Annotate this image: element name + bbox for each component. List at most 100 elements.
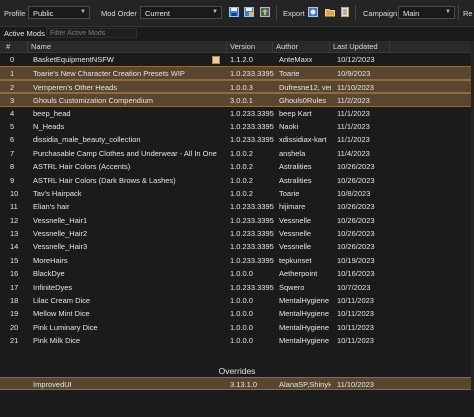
chevron-down-icon: ▼ [445,9,451,15]
row-name: Lilac Cream Dice [33,296,91,306]
row-last-updated: 10/8/2023 [337,188,371,198]
row-index: 18 [10,296,19,306]
row-version: 1.0.233.3395 [230,282,274,292]
row-last-updated: 10/7/2023 [337,282,371,292]
table-row[interactable]: 21 Pink Milk Dice 1.0.0.0 MentalHygiene 10/1… [0,334,474,348]
campaign-select-value: Main [403,9,420,18]
row-last-updated: 11/1/2023 [337,121,370,131]
row-version: 1.0.233.3395 [230,108,274,118]
table-row[interactable]: 4 beep_head 1.0.233.3395 beep Kart 11/1/2023 [0,106,474,120]
row-name: Purchasable Camp Clothes and Underwear -… [33,148,217,158]
table-row[interactable]: 0 BasketEquipmentNSFW 1.1.2.0 AnteMaxx 10/12… [0,53,474,67]
filter-active-mods-input[interactable] [46,28,137,38]
row-author: Toarie [279,188,300,198]
row-last-updated: 10/12/2023 [337,55,375,64]
table-row[interactable]: 12 Vessnelle_Hair1 1.0.233.3395 Vessnelle 10… [0,213,474,228]
table-row[interactable]: 10 Tav's Hairpack 1.0.0.2 Toarie 10/8/2023 [0,186,474,201]
table-row[interactable]: 1 Toarie's New Character Creation Presets… [0,66,474,80]
row-last-updated: 10/19/2023 [337,255,375,265]
campaign-label: Campaign [363,9,398,18]
row-version: 1.0.233.3395 [230,69,274,79]
row-last-updated: 10/16/2023 [337,269,375,279]
row-name: Tav's Hairpack [33,188,82,198]
row-last-updated: 10/11/2023 [337,309,374,319]
active-mods-list: 0 BasketEquipmentNSFW 1.1.2.0 AnteMaxx 10/12… [0,53,474,348]
row-name: MoreHairs [33,255,68,265]
row-name: beep_head [33,108,71,118]
row-version: 1.0.0.0 [230,336,253,346]
row-index: 10 [10,188,19,198]
save-as-icon[interactable] [243,6,254,18]
save-icon[interactable] [228,6,239,18]
row-author: MentalHygiene [279,336,330,346]
row-name: BlackDye [33,269,65,279]
export-file-icon[interactable] [339,6,350,18]
column-header-last-updated[interactable]: Last Updated [329,41,389,52]
row-version: 1.0.233.3395 [230,202,274,212]
row-author: anshela [279,148,306,158]
override-name: ImprovedUI [33,380,72,389]
column-header-name[interactable]: Name [27,41,226,52]
row-name: dissidia_male_beauty_collection [33,135,141,145]
refresh-label[interactable]: Re [463,9,473,18]
table-row[interactable]: 9 ASTRL Hair Colors (Dark Brows & Lashes)… [0,173,474,187]
column-header-version[interactable]: Version [226,41,272,52]
mod-order-select[interactable]: Current ▼ [140,6,222,19]
table-row[interactable]: 7 Purchasable Camp Clothes and Underwear … [0,146,474,161]
export-folder-icon[interactable] [324,6,335,18]
row-version: 3.0.0.1 [230,96,253,106]
table-row[interactable]: 13 Vessnelle_Hair2 1.0.233.3395 Vessnelle 10… [0,227,474,241]
row-author: hijimare [279,202,306,212]
table-row[interactable]: 19 Mellow Mint Dice 1.0.0.0 MentalHygiene 10… [0,307,474,321]
table-row[interactable]: 18 Lilac Cream Dice 1.0.0.0 MentalHygiene 10… [0,294,474,308]
table-row[interactable]: 8 ASTRL Hair Colors (Accents) 1.0.0.2 Astra… [0,160,474,174]
column-header-author[interactable]: Author [272,41,329,52]
row-author: Astralities [279,175,312,185]
table-row[interactable]: 15 MoreHairs 1.0.233.3395 tepkunset 10/19/20… [0,253,474,268]
mods-table-header: # Name Version Author Last Updated [0,41,474,53]
active-mods-filter-row: Active Mods [0,27,474,39]
table-row[interactable]: 17 InfiniteDyes 1.0.233.3395 Sqwero 10/7/202… [0,280,474,295]
toolbar-separator [458,5,459,20]
table-row[interactable]: 20 Pink Luminary Dice 1.0.0.0 MentalHygiene… [0,320,474,335]
row-version: 1.0.0.3 [230,82,253,92]
notes-icon[interactable] [212,56,220,64]
table-row[interactable]: 16 BlackDye 1.0.0.0 Aetherpoint 10/16/2023 [0,267,474,281]
row-last-updated: 10/26/2023 [337,242,375,252]
column-header-index[interactable]: # [0,41,27,52]
export-zip-icon[interactable] [307,6,318,18]
row-index: 15 [10,255,19,265]
row-author: AnteMaxx [279,55,313,64]
override-row[interactable]: ImprovedUI 3.13.1.0 AlanaSP,ShinyHc 11/1… [0,377,474,390]
row-version: 1.0.233.3395 [230,121,274,131]
toolbar-separator [276,5,277,20]
active-mods-label: Active Mods [4,29,45,38]
row-version: 1.0.0.2 [230,175,253,185]
row-name: Toarie's New Character Creation Presets … [33,69,185,79]
row-version: 1.0.233.3395 [230,215,274,225]
row-name: Pink Milk Dice [33,336,81,346]
table-row[interactable]: 5 N_Heads 1.0.233.3395 Naoki 11/1/2023 [0,119,474,134]
table-row[interactable]: 2 Vemperen's Other Heads 1.0.0.3 Dufresne12… [0,79,474,94]
override-date: 11/10/2023 [337,380,374,389]
row-index: 21 [10,336,19,346]
profile-label: Profile [4,9,26,18]
table-row[interactable]: 11 Elian's hair 1.0.233.3395 hijimare 10/26/… [0,200,474,214]
table-row[interactable]: 14 Vessnelle_Hair3 1.0.233.3395 Vessnelle 10… [0,240,474,254]
table-row[interactable]: 3 Ghouls Customization Compendium 3.0.0.1 G… [0,93,474,107]
profile-select[interactable]: Public ▼ [28,6,90,19]
chevron-down-icon: ▼ [212,9,218,15]
row-name: Ghouls Customization Compendium [33,96,154,106]
row-index: 11 [10,202,18,212]
row-author: MentalHygiene [279,296,330,306]
row-version: 1.1.2.0 [230,55,253,64]
row-index: 6 [10,135,15,145]
row-name: ASTRL Hair Colors (Accents) [33,162,131,172]
export-order-icon[interactable] [259,6,270,18]
campaign-select[interactable]: Main ▼ [398,6,455,19]
row-author: Vessnelle [279,215,312,225]
table-row[interactable]: 6 dissidia_male_beauty_collection 1.0.233.… [0,133,474,147]
row-author: Sqwero [279,282,305,292]
row-version: 1.0.233.3395 [230,135,274,145]
row-index: 2 [10,82,15,92]
